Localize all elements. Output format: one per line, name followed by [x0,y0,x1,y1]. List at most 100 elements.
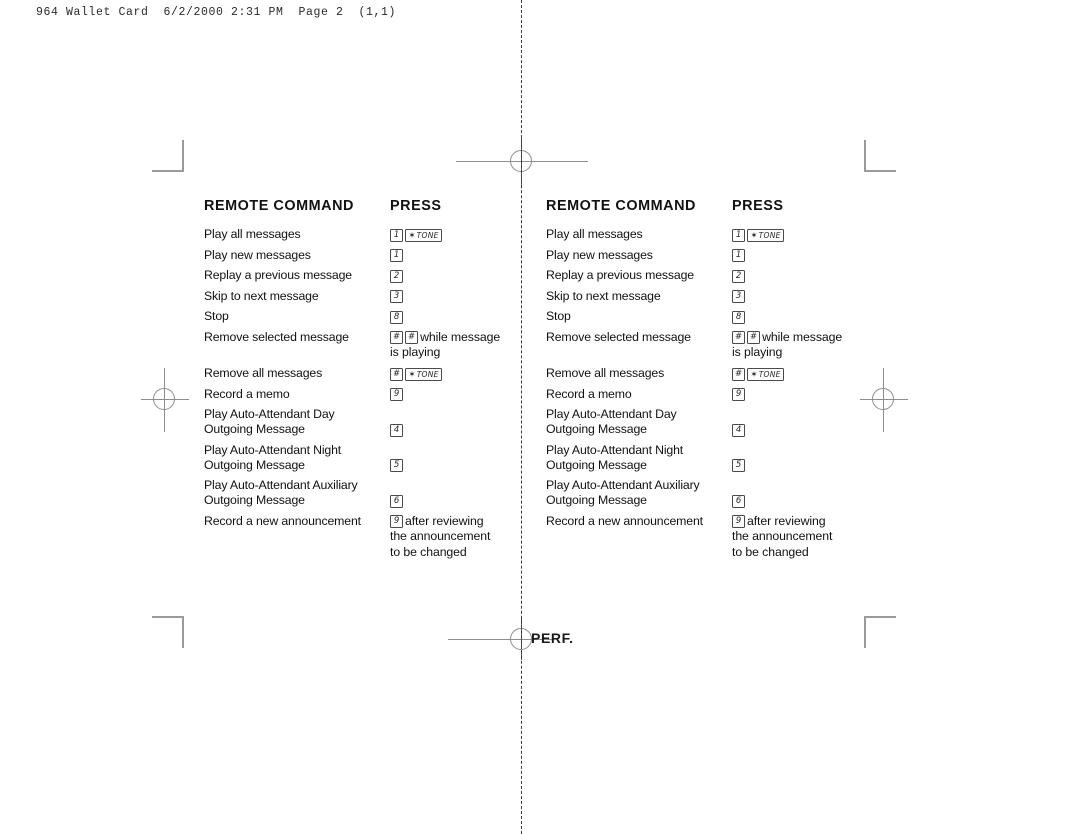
command-row: Stop 8 [546,309,866,324]
remote-command-line: Play Auto-Attendant Night [546,442,684,457]
print-job-header: 964 Wallet Card 6/2/2000 2:31 PM Page 2 … [36,6,397,19]
press-keys-cell: 6 [732,478,866,508]
press-keys-cell: 3 [732,289,866,303]
remote-command-label: Play Auto-Attendant Night Outgoing Messag… [204,443,390,473]
press-keys-cell: 9 [732,387,866,401]
command-row-list-right: Play all messages 1 ✶ TONE Play new message… [546,227,866,560]
remote-command-line: Outgoing Message [204,493,305,507]
crop-mark-top-right-icon [864,140,896,172]
press-keys-cell: 2 [732,268,866,283]
command-row-list-left: Play all messages 1 ✶ TONE Play new message… [204,227,524,560]
press-note-line: is playing [390,345,441,359]
remote-command-label: Play all messages [204,227,390,242]
press-keys-cell: 5 [732,443,866,472]
press-keys-cell: 3 [390,289,524,303]
keypad-key-8[interactable]: 8 [390,310,403,324]
remote-command-label: Skip to next message [204,289,390,304]
keypad-key-5[interactable]: 5 [390,459,403,472]
remote-command-line: Outgoing Message [204,457,305,472]
keypad-key-1[interactable]: 1 [732,228,745,242]
keypad-key-4[interactable]: 4 [390,423,403,437]
crop-mark-bottom-left-icon [152,616,184,648]
keypad-key-1[interactable]: 1 [732,249,745,262]
remote-command-label: Play Auto-Attendant Day Outgoing Message [546,407,732,437]
remote-command-label: Remove selected message [546,330,732,345]
keypad-key-8[interactable]: 8 [732,310,745,324]
remote-command-line: Remove all messages [546,366,665,380]
press-note-line: to be changed [732,544,809,559]
crop-mark-bottom-right-icon [864,616,896,648]
remote-command-line: Play new messages [546,247,653,262]
keypad-key-9[interactable]: 9 [732,515,745,528]
keypad-key-#[interactable]: # [732,367,746,381]
command-row: Play all messages 1 ✶ TONE [546,227,866,242]
press-keys-cell: 1 ✶ TONE [732,227,866,242]
remote-command-line: Play Auto-Attendant Auxiliary [204,478,358,492]
keypad-key-startone[interactable]: ✶ TONE [405,367,443,381]
remote-command-label: Record a memo [204,387,390,402]
panel-header-right: REMOTE COMMAND PRESS [546,198,866,214]
press-keys-cell: 9 after reviewing the announcement to be ch… [732,514,866,561]
keypad-key-3[interactable]: 3 [390,290,403,303]
remote-command-label: Record a new announcement [546,514,732,529]
command-row: Record a memo 9 [546,387,866,402]
wallet-card-panel-left: REMOTE COMMAND PRESS Play all messages 1 ✶… [204,198,524,566]
keypad-key-6[interactable]: 6 [732,494,745,508]
keypad-key-9[interactable]: 9 [390,515,403,528]
press-keys-cell: 1 [390,248,524,262]
keypad-key-#[interactable]: # [732,331,746,344]
remote-command-line: Play Auto-Attendant Day [546,407,677,421]
keypad-key-#[interactable]: # [390,331,404,344]
remote-command-label: Remove all messages [546,366,732,381]
remote-command-line: Replay a previous message [204,268,352,282]
press-note-line: while message [762,329,843,344]
keypad-key-startone[interactable]: ✶ TONE [747,367,785,381]
press-note-line: after reviewing [747,513,826,528]
command-row: Remove selected message # # while message is… [204,330,524,361]
command-row: Replay a previous message 2 [546,268,866,283]
keypad-key-#[interactable]: # [390,367,404,381]
keypad-key-9[interactable]: 9 [390,388,403,401]
keypad-key-startone[interactable]: ✶ TONE [747,228,785,242]
press-keys-cell: # # while message is playing [732,330,866,361]
command-row: Play new messages 1 [546,248,866,263]
command-row: Record a memo 9 [204,387,524,402]
keypad-key-#[interactable]: # [747,331,761,344]
column-header-remote-command: REMOTE COMMAND [546,198,696,214]
keypad-key-6[interactable]: 6 [390,494,403,508]
remote-command-line: Skip to next message [546,288,661,303]
perforation-label: PERF. [531,630,574,646]
keypad-key-3[interactable]: 3 [732,290,745,303]
remote-command-label: Play all messages [546,227,732,242]
remote-command-line: Outgoing Message [546,457,647,472]
remote-command-line: Outgoing Message [546,493,647,507]
column-header-remote-command: REMOTE COMMAND [204,198,354,214]
command-row: Play Auto-Attendant Night Outgoing Messag… [204,443,524,473]
keypad-key-9[interactable]: 9 [732,388,745,401]
keypad-key-2[interactable]: 2 [390,269,403,283]
press-keys-cell: 9 [390,387,524,401]
remote-command-line: Replay a previous message [546,268,694,282]
remote-command-line: Play new messages [204,247,311,262]
remote-command-line: Play Auto-Attendant Auxiliary [546,478,700,492]
command-row: Record a new announcement 9 after reviewin… [546,514,866,561]
crop-mark-top-left-icon [152,140,184,172]
command-row: Remove all messages # ✶ TONE [546,366,866,381]
keypad-key-1[interactable]: 1 [390,228,403,242]
remote-command-label: Remove selected message [204,330,390,345]
keypad-key-5[interactable]: 5 [732,459,745,472]
press-keys-cell: 2 [390,268,524,283]
keypad-key-#[interactable]: # [405,331,419,344]
press-keys-cell: 8 [732,309,866,324]
keypad-key-1[interactable]: 1 [390,249,403,262]
keypad-key-startone[interactable]: ✶ TONE [405,228,443,242]
remote-command-line: Skip to next message [204,288,319,303]
remote-command-label: Play new messages [204,248,390,263]
command-row: Play Auto-Attendant Auxiliary Outgoing Me… [204,478,524,508]
column-header-press: PRESS [732,198,784,214]
press-note-line: the announcement [390,529,491,543]
keypad-key-2[interactable]: 2 [732,269,745,283]
remote-command-line: Play all messages [546,227,643,241]
keypad-key-4[interactable]: 4 [732,423,745,437]
wallet-card-panel-right: REMOTE COMMAND PRESS Play all messages 1 ✶… [546,198,866,566]
